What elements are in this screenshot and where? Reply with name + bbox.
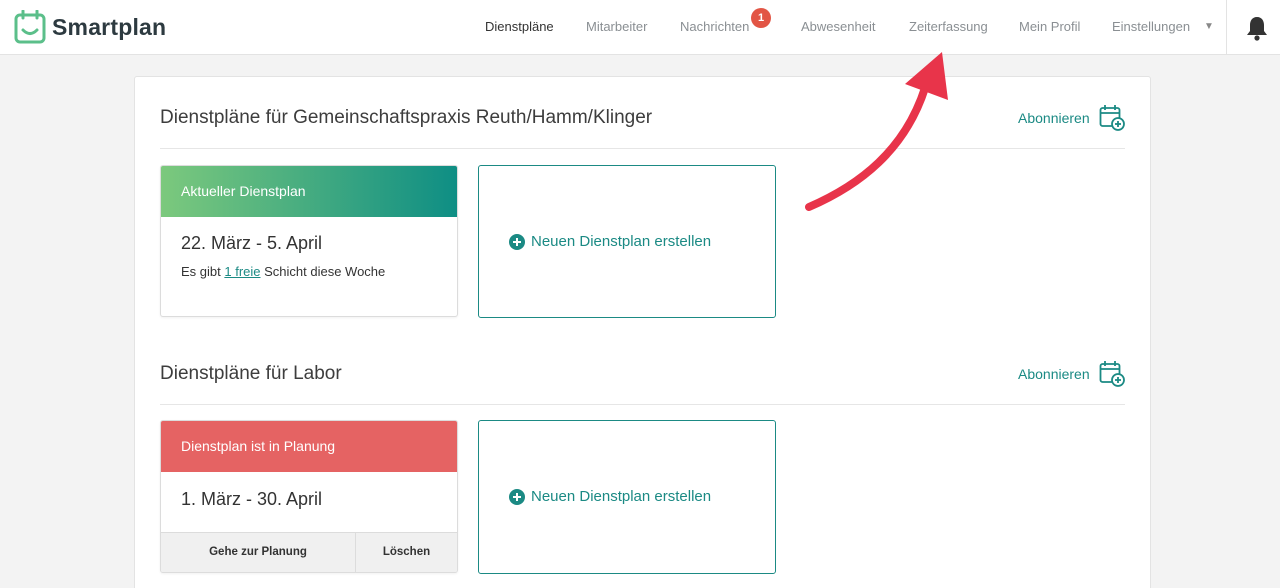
calendar-smile-icon: [14, 10, 46, 44]
calendar-add-icon[interactable]: [1099, 104, 1125, 131]
app-logo[interactable]: Smartplan: [14, 10, 166, 44]
shift-note: Es gibt 1 freie Schicht diese Woche: [181, 264, 385, 279]
subscribe-link[interactable]: Abonnieren: [1018, 110, 1090, 126]
app-name: Smartplan: [52, 13, 167, 40]
open-shifts-link[interactable]: 1 freie: [224, 264, 260, 279]
nav-mitarbeiter[interactable]: Mitarbeiter: [586, 19, 647, 34]
subscribe-link[interactable]: Abonnieren: [1018, 366, 1090, 382]
planning-schedule-card: Dienstplan ist in Planung 1. März - 30. …: [160, 420, 458, 573]
card-header: Dienstplan ist in Planung: [161, 421, 457, 472]
new-schedule-label: Neuen Dienstplan erstellen: [531, 488, 712, 505]
date-range: 1. März - 30. April: [181, 489, 323, 509]
nav-nachrichten[interactable]: Nachrichten: [680, 19, 749, 34]
top-navigation-bar: Smartplan Dienstpläne Mitarbeiter Nachri…: [0, 0, 1280, 55]
note-suffix: Schicht diese Woche: [260, 264, 386, 279]
nav-einstellungen[interactable]: Einstellungen: [1112, 19, 1190, 34]
nav-zeiterfassung[interactable]: Zeiterfassung: [909, 19, 988, 34]
bell-icon[interactable]: [1245, 15, 1269, 41]
delete-button[interactable]: Löschen: [356, 533, 457, 572]
nav-dienstplaene[interactable]: Dienstpläne: [485, 19, 554, 34]
section-title-labor: Dienstpläne für Labor: [160, 363, 342, 384]
nav-abwesenheit[interactable]: Abwesenheit: [801, 19, 875, 34]
nav-separator: [1226, 0, 1227, 55]
new-schedule-box[interactable]: Neuen Dienstplan erstellen: [478, 165, 776, 318]
new-schedule-link[interactable]: Neuen Dienstplan erstellen: [509, 488, 711, 505]
nav-mein-profil[interactable]: Mein Profil: [1019, 19, 1080, 34]
new-schedule-label: Neuen Dienstplan erstellen: [531, 233, 712, 250]
current-schedule-card[interactable]: Aktueller Dienstplan 22. März - 5. April…: [160, 165, 458, 317]
go-to-planning-button[interactable]: Gehe zur Planung: [161, 533, 356, 572]
card-header: Aktueller Dienstplan: [161, 166, 457, 217]
section-divider: [160, 148, 1125, 149]
new-schedule-link[interactable]: Neuen Dienstplan erstellen: [509, 233, 711, 250]
section-divider: [160, 404, 1125, 405]
unread-messages-badge: 1: [751, 8, 771, 28]
calendar-add-icon[interactable]: [1099, 360, 1125, 387]
date-range: 22. März - 5. April: [181, 233, 323, 253]
chevron-down-icon[interactable]: ▼: [1204, 21, 1214, 32]
note-prefix: Es gibt: [181, 264, 225, 279]
plus-circle-icon: [509, 233, 525, 250]
section-title-praxis: Dienstpläne für Gemeinschaftspraxis Reut…: [160, 107, 653, 128]
plus-circle-icon: [509, 488, 525, 505]
card-actions: Gehe zur Planung Löschen: [161, 532, 457, 572]
new-schedule-box[interactable]: Neuen Dienstplan erstellen: [478, 420, 776, 574]
